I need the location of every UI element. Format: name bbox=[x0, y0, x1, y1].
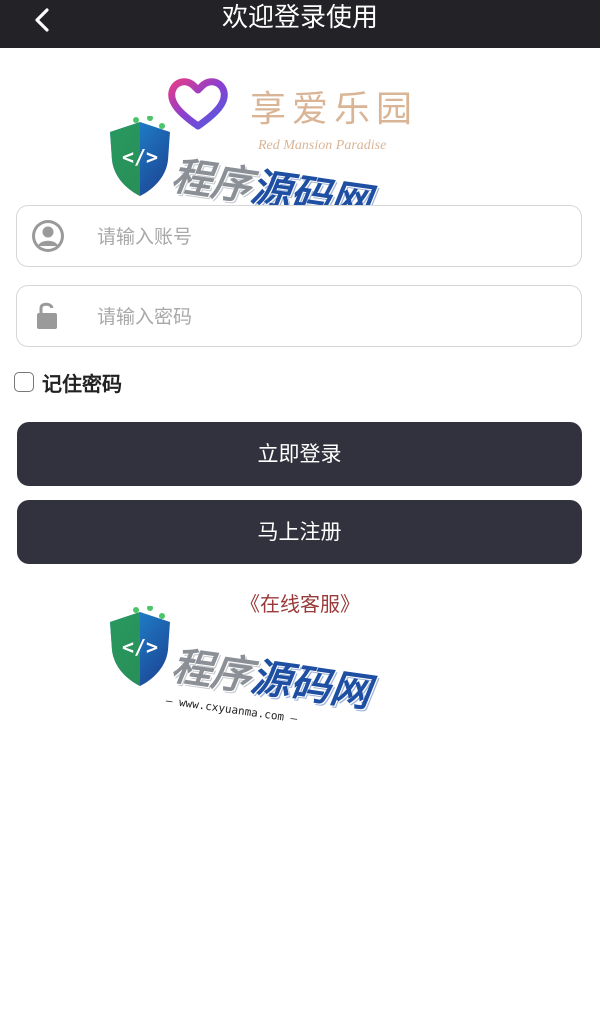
password-input[interactable] bbox=[95, 296, 569, 338]
watermark-bottom: </> 程序源码网 — www.cxyuanma.com — bbox=[106, 606, 373, 726]
password-field[interactable] bbox=[16, 285, 582, 347]
user-icon bbox=[32, 220, 64, 252]
svg-text:</>: </> bbox=[122, 145, 158, 169]
remember-label: 记住密码 bbox=[42, 371, 122, 396]
page-title: 欢迎登录使用 bbox=[221, 3, 378, 33]
account-input[interactable] bbox=[95, 216, 569, 258]
top-nav-bar: 欢迎登录使用 bbox=[0, 0, 600, 48]
remember-password[interactable]: 记住密码 bbox=[14, 368, 122, 396]
shield-code-icon: </> bbox=[110, 116, 170, 196]
unlock-icon bbox=[37, 302, 57, 329]
register-button[interactable]: 马上注册 bbox=[17, 500, 582, 564]
login-button[interactable]: 立即登录 bbox=[17, 422, 582, 486]
svg-text:</>: </> bbox=[122, 635, 158, 659]
account-field[interactable] bbox=[16, 205, 582, 267]
shield-code-icon: </> bbox=[110, 606, 170, 686]
remember-checkbox[interactable] bbox=[14, 372, 34, 392]
